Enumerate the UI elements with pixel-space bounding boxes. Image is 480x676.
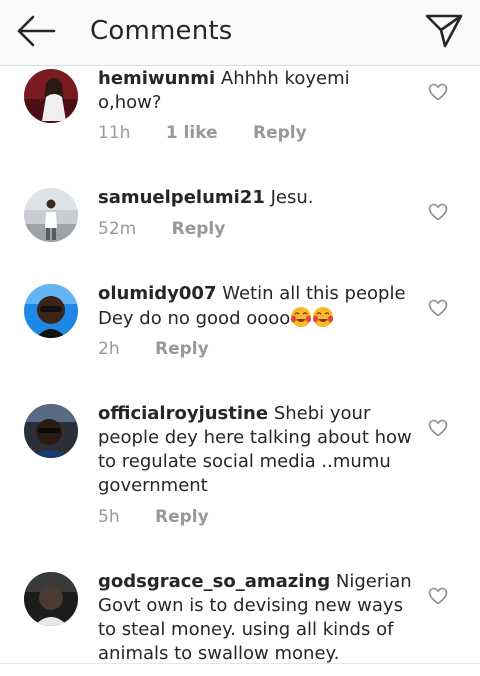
comment-text: hemiwunmi Ahhhh koyemi o,how?: [98, 67, 416, 115]
comment-username[interactable]: samuelpelumi21: [98, 187, 265, 208]
avatar[interactable]: [24, 284, 78, 338]
comment-body: Jesu.: [270, 187, 314, 208]
avatar[interactable]: [24, 572, 78, 626]
avatar[interactable]: [24, 69, 78, 123]
comment-text: samuelpelumi21 Jesu.: [98, 186, 416, 210]
comment-text: godsgrace_so_amazing Nigerian Govt own i…: [98, 570, 416, 663]
comment-time: 52m: [98, 219, 137, 239]
comment-time: 11h: [98, 123, 131, 143]
tears-of-joy-emoji-icon: [291, 307, 312, 327]
avatar[interactable]: [24, 188, 78, 242]
comment-meta: 5h Reply: [98, 507, 239, 527]
avatar[interactable]: [24, 404, 78, 458]
page-title: Comments: [90, 16, 233, 46]
comment-meta: 52m Reply: [98, 219, 255, 239]
comment-time: 2h: [98, 339, 120, 359]
comments-list[interactable]: hemiwunmi Ahhhh koyemi o,how? 11h 1 like…: [0, 67, 480, 663]
comment-text: olumidy007 Wetin all this people Dey do …: [98, 282, 416, 331]
heart-icon[interactable]: [428, 587, 448, 605]
likes-count[interactable]: 1 like: [166, 123, 218, 143]
reply-button[interactable]: Reply: [172, 219, 226, 239]
header-bar: Comments: [0, 0, 480, 66]
comment-username[interactable]: hemiwunmi: [98, 68, 215, 89]
heart-icon[interactable]: [428, 299, 448, 317]
bottom-divider: [0, 663, 480, 676]
comment-username[interactable]: godsgrace_so_amazing: [98, 571, 330, 592]
reply-button[interactable]: Reply: [253, 123, 307, 143]
comment-text: officialroyjustine Shebi your people dey…: [98, 402, 416, 498]
comment-username[interactable]: officialroyjustine: [98, 403, 268, 424]
reply-button[interactable]: Reply: [155, 339, 209, 359]
heart-icon[interactable]: [428, 203, 448, 221]
tears-of-joy-emoji-icon: [313, 307, 334, 327]
reply-button[interactable]: Reply: [155, 507, 209, 527]
comment-username[interactable]: olumidy007: [98, 283, 216, 304]
comment-meta: 2h Reply: [98, 339, 239, 359]
back-arrow-icon[interactable]: [16, 14, 56, 48]
heart-icon[interactable]: [428, 83, 448, 101]
comment-meta: 11h 1 like Reply: [98, 123, 337, 143]
heart-icon[interactable]: [428, 419, 448, 437]
direct-message-icon[interactable]: [424, 10, 464, 50]
comment-time: 5h: [98, 507, 120, 527]
